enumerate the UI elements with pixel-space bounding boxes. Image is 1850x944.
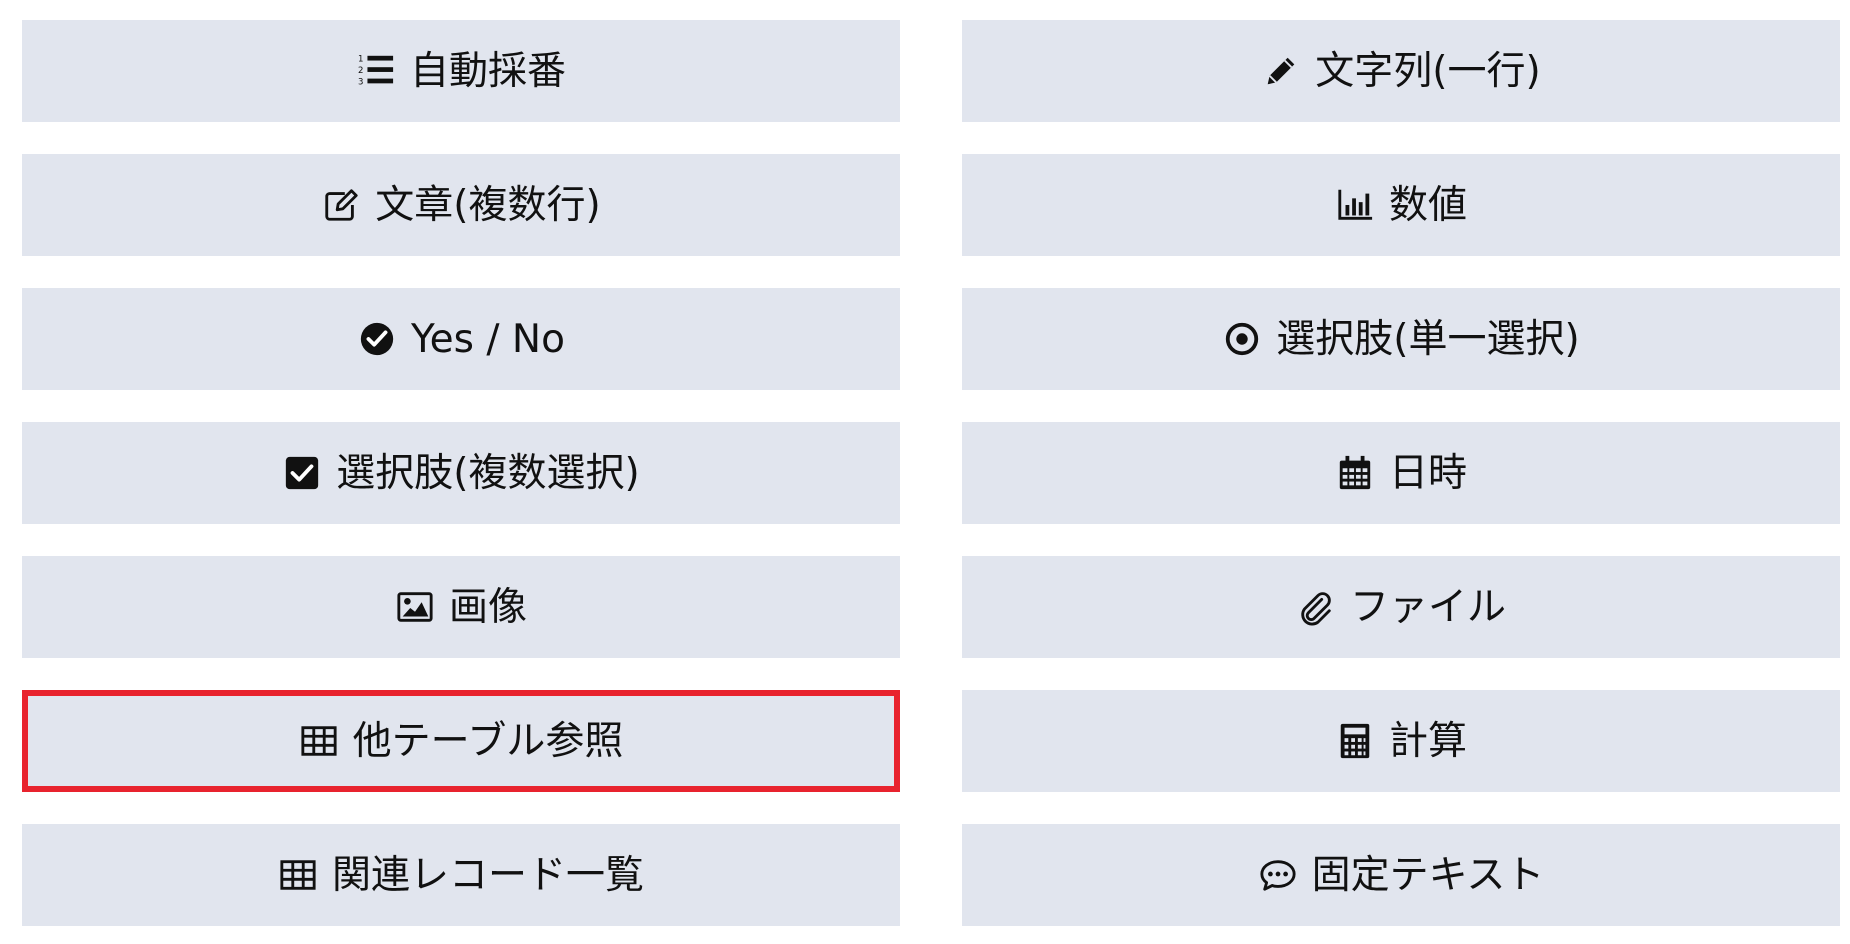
yes-no-label: Yes / No (411, 316, 565, 362)
calculation-label: 計算 (1388, 718, 1467, 764)
multi-line-text-label: 文章(複数行) (375, 182, 601, 228)
number-label: 数値 (1388, 182, 1467, 228)
multi-choice-button[interactable]: 選択肢(複数選択) (22, 422, 900, 524)
single-choice-label: 選択肢(単一選択) (1276, 316, 1580, 362)
svg-text:3: 3 (358, 77, 363, 87)
svg-text:1: 1 (358, 55, 363, 65)
file-button[interactable]: ファイル (962, 556, 1840, 658)
number-button[interactable]: 数値 (962, 154, 1840, 256)
table-reference-button[interactable]: 他テーブル参照 (22, 690, 900, 792)
single-line-text-button[interactable]: 文字列(一行) (962, 20, 1840, 122)
fixed-text-label: 固定テキスト (1311, 852, 1545, 898)
paperclip-icon (1296, 587, 1336, 627)
comment-dots-icon (1258, 855, 1298, 895)
radio-dot-icon (1222, 319, 1262, 359)
file-label: ファイル (1349, 584, 1506, 630)
bar-chart-icon (1335, 185, 1375, 225)
field-type-grid: 1 2 3 自動採番 文字列(一行) 文章(複数行) 数値 Yes / No 選… (22, 20, 1840, 926)
related-records-label: 関連レコード一覧 (331, 852, 644, 898)
datetime-label: 日時 (1388, 450, 1467, 496)
multi-line-text-button[interactable]: 文章(複数行) (22, 154, 900, 256)
single-line-text-label: 文字列(一行) (1315, 48, 1541, 94)
check-square-icon (282, 453, 322, 493)
auto-number-button[interactable]: 1 2 3 自動採番 (22, 20, 900, 122)
table-icon (278, 855, 318, 895)
image-button[interactable]: 画像 (22, 556, 900, 658)
image-label: 画像 (448, 584, 527, 630)
ordered-list-icon: 1 2 3 (356, 51, 396, 91)
edit-icon (321, 185, 361, 225)
svg-text:2: 2 (358, 66, 363, 76)
fixed-text-button[interactable]: 固定テキスト (962, 824, 1840, 926)
auto-number-label: 自動採番 (409, 48, 566, 94)
related-records-button[interactable]: 関連レコード一覧 (22, 824, 900, 926)
single-choice-button[interactable]: 選択肢(単一選択) (962, 288, 1840, 390)
datetime-button[interactable]: 日時 (962, 422, 1840, 524)
table-icon (299, 721, 339, 761)
check-circle-icon (357, 319, 397, 359)
calculator-icon (1335, 721, 1375, 761)
image-icon (395, 587, 435, 627)
calendar-icon (1335, 453, 1375, 493)
yes-no-button[interactable]: Yes / No (22, 288, 900, 390)
table-reference-label: 他テーブル参照 (352, 718, 624, 764)
pencil-icon (1261, 51, 1301, 91)
calculation-button[interactable]: 計算 (962, 690, 1840, 792)
multi-choice-label: 選択肢(複数選択) (336, 450, 640, 496)
